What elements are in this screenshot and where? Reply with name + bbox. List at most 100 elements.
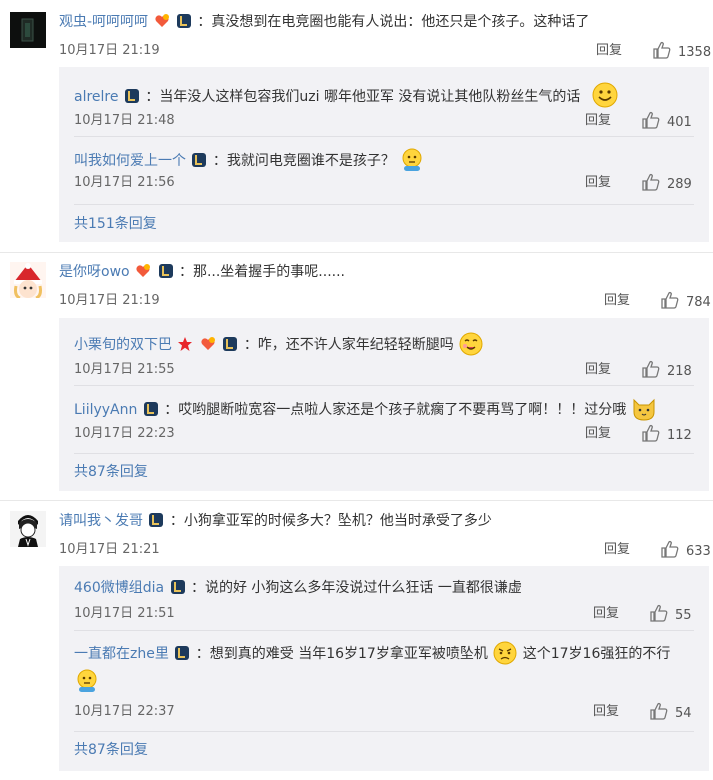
reply-meta: 10月17日 21:51 回复 55 [74, 604, 694, 624]
thumbs-up-icon [642, 424, 660, 442]
thumbs-up-icon [642, 360, 660, 378]
divider [74, 385, 694, 386]
reply-button[interactable]: 回复 [585, 360, 611, 380]
reply-text: ：我就问电竞圈谁不是孩子？ [212, 153, 395, 169]
like-button[interactable]: 55 [649, 604, 692, 626]
like-button[interactable]: 112 [641, 424, 692, 446]
like-count: 218 [667, 364, 692, 379]
username-link[interactable]: 观虫-呵呵呵呵 [59, 14, 148, 30]
timestamp: 10月17日 21:19 [59, 43, 160, 58]
divider [74, 630, 694, 631]
username-link[interactable]: 小栗旬的双下巴 [74, 337, 172, 353]
reply-button[interactable]: 回复 [604, 540, 630, 560]
like-button[interactable]: 633 [660, 540, 711, 562]
heart-badge-icon [200, 336, 216, 352]
more-replies-link[interactable]: 共151条回复 [74, 214, 157, 234]
like-count: 54 [675, 706, 692, 721]
reply-line-wrap [74, 668, 100, 692]
timestamp: 10月17日 21:21 [59, 542, 160, 557]
timestamp: 10月17日 22:37 [74, 704, 175, 719]
comment-text: ：真没想到在电竞圈也能有人说出：他还只是个孩子。这种话了 [197, 14, 590, 30]
avatar[interactable] [10, 262, 46, 298]
reply-button[interactable]: 回复 [585, 424, 611, 444]
username-link[interactable]: LiilyyAnn [74, 402, 137, 418]
reply-button[interactable]: 回复 [593, 604, 619, 624]
thumbs-up-icon [642, 173, 660, 191]
like-button[interactable]: 1358 [652, 41, 711, 63]
divider [74, 204, 694, 205]
username-link[interactable]: 请叫我丶发哥 [59, 513, 143, 529]
heart-badge-icon [135, 263, 151, 279]
reply-text: ：咋，还不许人家年纪轻轻断腿吗 [243, 337, 454, 353]
reply-text-continued: 这个17岁16强狂的不行 [522, 646, 671, 662]
reply-box: 小栗旬的双下巴 ：咋，还不许人家年纪轻轻断腿吗 10月17日 21:55 回复 … [59, 318, 709, 491]
reply-text: ：当年没人这样包容我们uzi 哪年他亚军 没有说让其他队粉丝生气的话 [145, 89, 581, 105]
reply-line: 一直都在zhe里 ：想到真的难受 当年16岁17岁拿亚军被喷坠机 这个17岁16… [74, 640, 671, 665]
reply-text: ：说的好 小狗这么多年没说过什么狂话 一直都很谦虚 [190, 580, 522, 596]
star-badge-icon [177, 336, 193, 352]
like-button[interactable]: 289 [641, 173, 692, 195]
reply-line: LiilyyAnn ：哎哟腿断啦宽容一点啦人家还是个孩子就瘸了不要再骂了啊！！！… [74, 396, 657, 421]
like-button[interactable]: 54 [649, 702, 692, 724]
reply-button[interactable]: 回复 [604, 291, 630, 311]
comment-line: 观虫-呵呵呵呵 ：真没想到在电竞圈也能有人说出：他还只是个孩子。这种话了 [59, 12, 589, 32]
avatar[interactable] [10, 511, 46, 547]
like-count: 112 [667, 428, 692, 443]
reply-meta: 10月17日 22:23 回复 112 [74, 424, 694, 444]
timestamp: 10月17日 21:19 [59, 293, 160, 308]
username-link[interactable]: 叫我如何爱上一个 [74, 153, 186, 169]
separator [0, 500, 713, 501]
lol-badge-icon [174, 645, 190, 661]
reply-meta: 10月17日 22:37 回复 54 [74, 702, 694, 722]
avatar[interactable] [10, 12, 46, 48]
reply-line: alrelre ：当年没人这样包容我们uzi 哪年他亚军 没有说让其他队粉丝生气… [74, 81, 619, 108]
thumbs-up-icon [661, 540, 679, 558]
like-count: 289 [667, 177, 692, 192]
reply-line: 小栗旬的双下巴 ：咋，还不许人家年纪轻轻断腿吗 [74, 331, 484, 356]
reply-button[interactable]: 回复 [585, 111, 611, 131]
shy-emoji-icon [74, 668, 100, 700]
timestamp: 10月17日 22:23 [74, 426, 175, 441]
divider [74, 453, 694, 454]
like-count: 401 [667, 115, 692, 130]
reply-button[interactable]: 回复 [585, 173, 611, 193]
thumbs-up-icon [650, 702, 668, 720]
reply-text: ：哎哟腿断啦宽容一点啦人家还是个孩子就瘸了不要再骂了啊！！！过分哦 [164, 402, 627, 418]
divider [74, 731, 694, 732]
comment-line: 是你呀owo ：那...坐着握手的事呢...... [59, 262, 345, 282]
timestamp: 10月17日 21:48 [74, 113, 175, 128]
separator [0, 252, 713, 253]
username-link[interactable]: 460微博组dia [74, 580, 164, 596]
like-button[interactable]: 401 [641, 111, 692, 133]
reply-box: alrelre ：当年没人这样包容我们uzi 哪年他亚军 没有说让其他队粉丝生气… [59, 67, 709, 242]
lol-badge-icon [170, 579, 186, 595]
thumbs-up-icon [661, 291, 679, 309]
username-link[interactable]: 是你呀owo [59, 264, 130, 280]
comment-meta: 10月17日 21:19 回复 784 [59, 291, 711, 313]
more-replies-link[interactable]: 共87条回复 [74, 462, 148, 482]
like-button[interactable]: 218 [641, 360, 692, 382]
reply-meta: 10月17日 21:56 回复 289 [74, 173, 694, 193]
lol-badge-icon [143, 401, 159, 417]
reply-box: 460微博组dia ：说的好 小狗这么多年没说过什么狂话 一直都很谦虚 10月1… [59, 566, 709, 771]
comment-text: ：那...坐着握手的事呢...... [178, 264, 346, 280]
timestamp: 10月17日 21:51 [74, 606, 175, 621]
username-link[interactable]: 一直都在zhe里 [74, 646, 169, 662]
more-replies-link[interactable]: 共87条回复 [74, 740, 148, 760]
reply-text: ：想到真的难受 当年16岁17岁拿亚军被喷坠机 [195, 646, 488, 662]
timestamp: 10月17日 21:56 [74, 175, 175, 190]
reply-button[interactable]: 回复 [593, 702, 619, 722]
thumbs-up-icon [650, 604, 668, 622]
lol-badge-icon [124, 88, 140, 104]
lol-badge-icon [176, 13, 192, 29]
reply-line: 叫我如何爱上一个 ：我就问电竞圈谁不是孩子？ [74, 147, 425, 171]
divider [74, 136, 694, 137]
lol-badge-icon [222, 336, 238, 352]
username-link[interactable]: alrelre [74, 89, 118, 105]
reply-button[interactable]: 回复 [596, 41, 622, 61]
comment-meta: 10月17日 21:21 回复 633 [59, 540, 711, 562]
like-count: 1358 [678, 45, 712, 60]
thumbs-up-icon [642, 111, 660, 129]
like-button[interactable]: 784 [660, 291, 711, 313]
like-count: 633 [686, 544, 711, 559]
